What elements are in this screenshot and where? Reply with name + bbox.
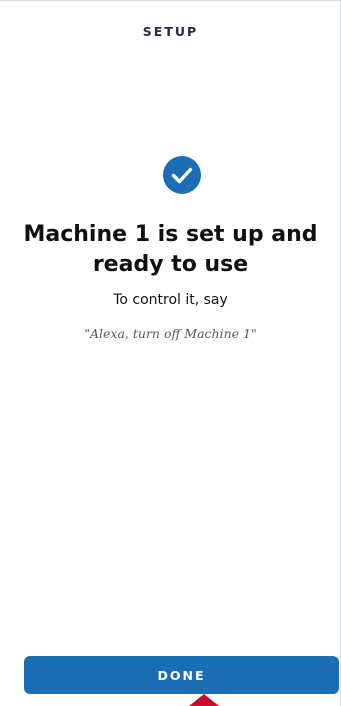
voice-command-phrase: "Alexa, turn off Machine 1"	[84, 326, 257, 341]
check-circle-icon	[163, 156, 201, 194]
success-headline: Machine 1 is set up and ready to use	[23, 222, 318, 277]
check-circle-bg	[163, 156, 201, 194]
top-divider	[0, 0, 341, 1]
setup-complete-screen: SETUP Machine 1 is set up and ready to u…	[0, 0, 341, 706]
red-arrow-up-icon	[189, 694, 219, 706]
done-button[interactable]: DONE	[24, 656, 339, 694]
page-title: SETUP	[142, 24, 199, 39]
instruction-text: To control it, say	[113, 292, 228, 308]
arrow-head	[189, 694, 219, 706]
